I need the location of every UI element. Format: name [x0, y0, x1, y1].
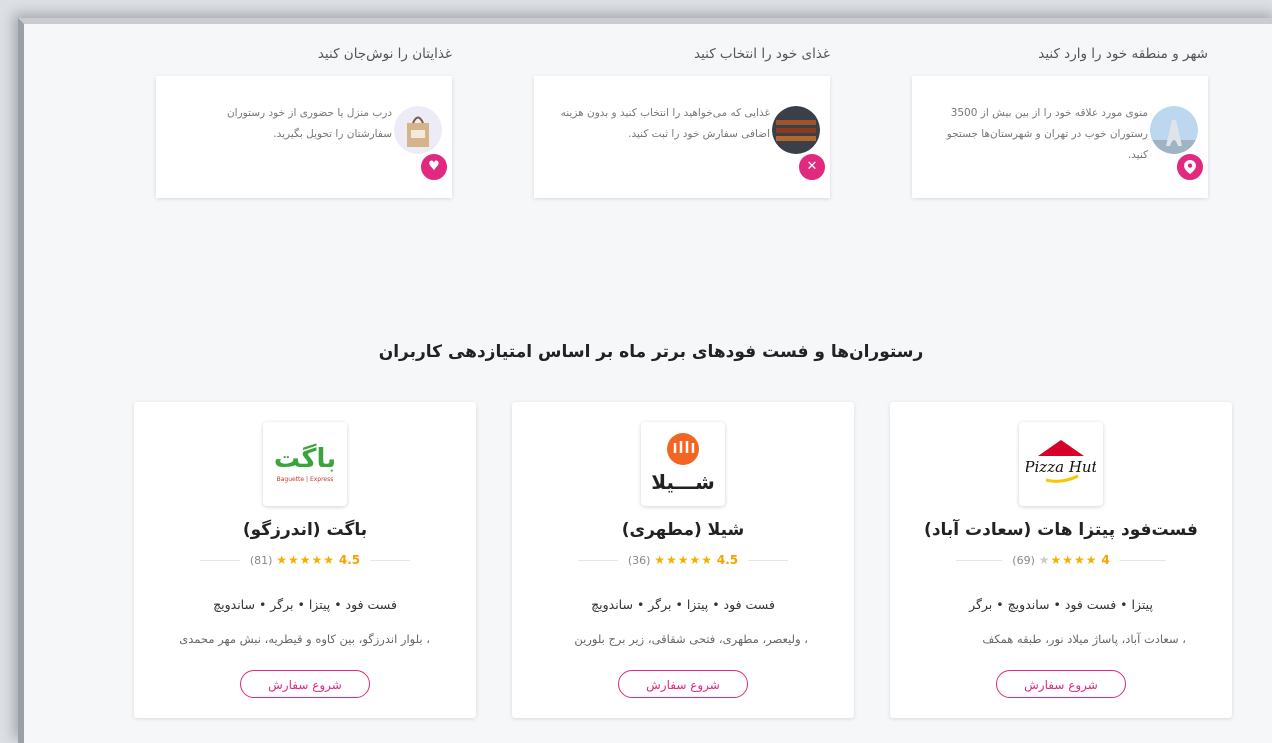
restaurant-logo: Pizza Hut	[1019, 422, 1103, 506]
restaurant-card[interactable]: باگت Baguette | Express باگت (اندرزگو) 4…	[134, 402, 476, 718]
logo-text: Pizza Hut	[1026, 458, 1096, 476]
rating-score: 4.5	[716, 553, 739, 567]
step-description: درب منزل یا حضوری از خود رستوران سفارشتا…	[226, 107, 392, 140]
rating: 4.5 ★★★★★ (81)	[239, 553, 371, 567]
section-title: رستوران‌ها و فست فودهای برتر ماه بر اساس…	[378, 342, 924, 362]
restaurant-logo: باگت Baguette | Express	[263, 422, 347, 506]
fork-knife-icon: ✕	[797, 152, 827, 182]
city-image	[1150, 106, 1198, 154]
step-title: غذای خود را انتخاب کنید	[693, 46, 830, 62]
step-city: شهر و منطقه خود را وارد کنید منوی مورد ع…	[912, 44, 1208, 198]
categories: فست فود • پیتزا • برگر • ساندویچ	[213, 597, 397, 612]
heart-icon: ♥	[419, 152, 449, 182]
location-pin-icon	[1175, 152, 1205, 182]
kebab-image	[772, 106, 820, 154]
logo-subtext: Baguette | Express	[277, 476, 334, 483]
star-icons: ★★★★★	[276, 553, 336, 567]
rating: 4 ★★★★★ (69)	[1002, 553, 1120, 567]
rating-count: (81)	[249, 554, 273, 567]
restaurant-card[interactable]: Pizza Hut فست‌فود پیتزا هات (سعادت آباد)…	[890, 402, 1232, 718]
restaurant-logo: شـــیلا	[641, 422, 725, 506]
step-title: شهر و منطقه خود را وارد کنید	[1038, 46, 1208, 62]
address: ، سعادت آباد، پاساژ میلاد نور، طبقه همکف	[982, 632, 1186, 646]
page-content: شهر و منطقه خود را وارد کنید منوی مورد ع…	[24, 24, 1272, 743]
rating-score: 4	[1101, 553, 1110, 567]
address: ، ولیعصر، مطهری، فتحی شقاقی، زیر برج بلو…	[574, 632, 808, 646]
step-description: غذایی که می‌خواهید را انتخاب کنید و بدون…	[560, 107, 770, 140]
restaurant-name[interactable]: باگت (اندرزگو)	[134, 520, 476, 540]
logo-text: شـــیلا	[651, 470, 715, 494]
rating: 4.5 ★★★★★ (36)	[617, 553, 749, 567]
step-food: غذای خود را انتخاب کنید ✕ غذایی که می‌خو…	[534, 44, 830, 198]
step-description: منوی مورد علاقه خود را از بین بیش از 350…	[946, 107, 1148, 161]
browser-viewport: شهر و منطقه خود را وارد کنید منوی مورد ع…	[18, 18, 1272, 743]
step-card: ✕ غذایی که می‌خواهید را انتخاب کنید و بد…	[534, 76, 830, 198]
step-enjoy: غذایتان را نوش‌جان کنید ♥ درب منزل یا حض…	[156, 44, 452, 198]
categories: پیتزا • فست فود • ساندویچ • برگر	[969, 597, 1153, 612]
restaurant-card[interactable]: شـــیلا شیلا (مطهری) 4.5 ★★★★★ (36) فست …	[512, 402, 854, 718]
step-card: ♥ درب منزل یا حضوری از خود رستوران سفارش…	[156, 76, 452, 198]
restaurant-name[interactable]: فست‌فود پیتزا هات (سعادت آباد)	[890, 520, 1232, 540]
categories: فست فود • پیتزا • برگر • ساندویچ	[591, 597, 775, 612]
start-order-button[interactable]: شروع سفارش	[618, 670, 748, 698]
step-title: غذایتان را نوش‌جان کنید	[317, 46, 452, 62]
star-icons: ★★★★★	[1038, 553, 1098, 567]
restaurant-name[interactable]: شیلا (مطهری)	[512, 520, 854, 540]
start-order-button[interactable]: شروع سفارش	[240, 670, 370, 698]
rating-count: (69)	[1012, 554, 1035, 567]
delivery-bag-image	[394, 106, 442, 154]
star-icons: ★★★★★	[654, 553, 714, 567]
logo-text: باگت	[274, 443, 336, 474]
address: ، بلوار اندرزگو، بین کاوه و قیطریه، نبش …	[180, 632, 430, 646]
step-card: منوی مورد علاقه خود را از بین بیش از 350…	[912, 76, 1208, 198]
rating-count: (36)	[627, 554, 651, 567]
start-order-button[interactable]: شروع سفارش	[996, 670, 1126, 698]
rating-score: 4.5	[338, 553, 361, 567]
